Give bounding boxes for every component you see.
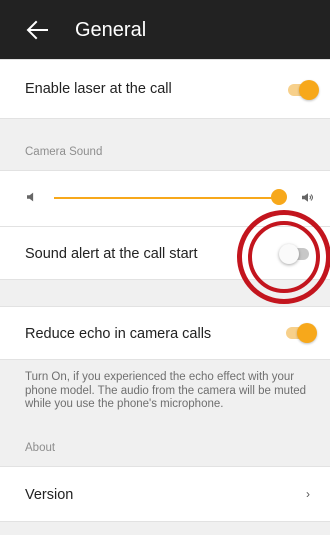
- echo-label: Reduce echo in camera calls: [25, 326, 212, 342]
- chevron-right-icon: ›: [306, 487, 310, 501]
- highlight-ring-inner: [248, 221, 320, 293]
- toggle-thumb: [297, 323, 317, 343]
- setting-row-echo[interactable]: Reduce echo in camera calls: [0, 306, 330, 360]
- arrow-left-icon[interactable]: [26, 20, 48, 40]
- laser-label: Enable laser at the call: [25, 81, 172, 97]
- volume-high-icon: [302, 193, 314, 202]
- setting-row-laser[interactable]: Enable laser at the call: [0, 59, 330, 119]
- highlight-ring: [237, 210, 330, 304]
- page-title: General: [75, 19, 147, 41]
- volume-slider-thumb[interactable]: [271, 189, 288, 205]
- toggle-thumb: [299, 80, 319, 100]
- volume-low-icon: [27, 192, 34, 202]
- volume-slider-track[interactable]: [54, 197, 286, 199]
- echo-toggle[interactable]: [285, 323, 317, 343]
- echo-description: Turn On, if you experienced the echo eff…: [25, 371, 307, 410]
- laser-toggle[interactable]: [287, 80, 319, 100]
- section-header-camera-sound: Camera Sound: [25, 146, 103, 158]
- section-header-about: About: [25, 442, 56, 454]
- sound-alert-label: Sound alert at the call start: [25, 246, 198, 262]
- setting-row-version[interactable]: Version: [0, 466, 330, 522]
- app-bar: General: [0, 0, 330, 59]
- version-label: Version: [25, 487, 74, 503]
